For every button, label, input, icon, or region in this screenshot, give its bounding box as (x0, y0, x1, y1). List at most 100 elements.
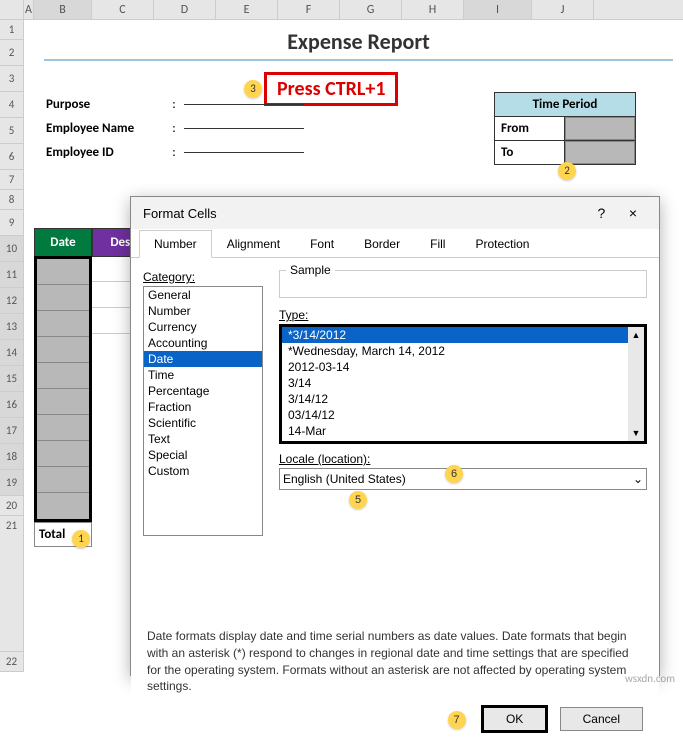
row-20[interactable]: 20 (0, 496, 24, 516)
tab-font[interactable]: Font (295, 230, 349, 258)
col-E[interactable]: E (216, 0, 278, 19)
cat-fraction[interactable]: Fraction (144, 399, 262, 415)
col-D[interactable]: D (154, 0, 216, 19)
tab-fill[interactable]: Fill (415, 230, 460, 258)
date-cell[interactable] (37, 259, 89, 285)
tab-number[interactable]: Number (139, 230, 212, 258)
cat-currency[interactable]: Currency (144, 319, 262, 335)
cat-general[interactable]: General (144, 287, 262, 303)
row-19[interactable]: 19 (0, 470, 24, 496)
category-list[interactable]: General Number Currency Accounting Date … (143, 286, 263, 536)
row-10[interactable]: 10 (0, 236, 24, 262)
category-label: Category: (143, 270, 263, 284)
date-column-selection[interactable] (34, 256, 92, 522)
type-item[interactable]: 03/14/12 (282, 407, 644, 423)
tab-alignment[interactable]: Alignment (212, 230, 295, 258)
row-11[interactable]: 11 (0, 262, 24, 288)
date-cell[interactable] (37, 285, 89, 311)
tab-protection[interactable]: Protection (460, 230, 544, 258)
close-button[interactable]: × (619, 205, 647, 221)
col-F[interactable]: F (278, 0, 340, 19)
employee-id-label: Employee ID (34, 145, 164, 160)
row-3[interactable]: 3 (0, 66, 24, 92)
type-item[interactable]: 14-Mar (282, 423, 644, 439)
cancel-button[interactable]: Cancel (560, 707, 643, 731)
cat-custom[interactable]: Custom (144, 463, 262, 479)
to-cell[interactable] (565, 141, 635, 164)
from-cell[interactable] (565, 117, 635, 140)
col-H[interactable]: H (402, 0, 464, 19)
type-item[interactable]: 3/14/12 (282, 391, 644, 407)
purpose-input-line[interactable] (184, 104, 304, 105)
scroll-down-icon[interactable]: ▼ (628, 425, 644, 441)
watermark: wsxdn.com (625, 672, 675, 685)
format-cells-dialog: Format Cells ? × Number Alignment Font B… (130, 196, 660, 676)
date-cell[interactable] (37, 467, 89, 493)
cat-scientific[interactable]: Scientific (144, 415, 262, 431)
row-numbers: 1 2 3 4 5 6 7 8 9 10 11 12 13 14 15 16 1… (0, 20, 24, 672)
colon: : (164, 97, 184, 112)
col-G[interactable]: G (340, 0, 402, 19)
locale-select[interactable]: English (United States) ⌄ (279, 468, 647, 490)
date-cell[interactable] (37, 337, 89, 363)
cat-accounting[interactable]: Accounting (144, 335, 262, 351)
row-6[interactable]: 6 (0, 144, 24, 170)
col-J[interactable]: J (532, 0, 594, 19)
help-button[interactable]: ? (587, 205, 615, 221)
row-14[interactable]: 14 (0, 340, 24, 366)
tab-border[interactable]: Border (349, 230, 415, 258)
title-underline (44, 59, 673, 61)
row-8[interactable]: 8 (0, 190, 24, 210)
row-5[interactable]: 5 (0, 118, 24, 144)
employee-name-input-line[interactable] (184, 128, 304, 129)
cat-time[interactable]: Time (144, 367, 262, 383)
row-2[interactable]: 2 (0, 40, 24, 66)
row-13[interactable]: 13 (0, 314, 24, 340)
row-18[interactable]: 18 (0, 444, 24, 470)
date-cell[interactable] (37, 311, 89, 337)
chevron-down-icon: ⌄ (633, 472, 643, 486)
cat-number[interactable]: Number (144, 303, 262, 319)
marker-1: 1 (72, 530, 90, 548)
dialog-tabs: Number Alignment Font Border Fill Protec… (131, 229, 659, 258)
row-15[interactable]: 15 (0, 366, 24, 392)
row-16[interactable]: 16 (0, 392, 24, 418)
column-headers: A B C D E F G H I J (0, 0, 683, 20)
date-cell[interactable] (37, 415, 89, 441)
row-1[interactable]: 1 (0, 20, 24, 40)
colon: : (164, 121, 184, 136)
date-cell[interactable] (37, 363, 89, 389)
ok-button[interactable]: OK (481, 705, 548, 733)
type-list[interactable]: *3/14/2012 *Wednesday, March 14, 2012 20… (279, 324, 647, 444)
date-cell[interactable] (37, 441, 89, 467)
employee-id-input-line[interactable] (184, 152, 304, 153)
col-C[interactable]: C (92, 0, 154, 19)
sample-label: Sample (286, 263, 335, 277)
col-I[interactable]: I (464, 0, 532, 19)
cat-text[interactable]: Text (144, 431, 262, 447)
select-all-corner[interactable] (0, 0, 24, 19)
row-17[interactable]: 17 (0, 418, 24, 444)
row-4[interactable]: 4 (0, 92, 24, 118)
type-item[interactable]: *3/14/2012 (282, 327, 644, 343)
type-label: Type: (279, 308, 647, 322)
cat-special[interactable]: Special (144, 447, 262, 463)
from-label: From (495, 117, 565, 140)
col-B[interactable]: B (34, 0, 92, 19)
row-12[interactable]: 12 (0, 288, 24, 314)
type-item[interactable]: 2012-03-14 (282, 359, 644, 375)
type-item[interactable]: 3/14 (282, 375, 644, 391)
scroll-up-icon[interactable]: ▲ (628, 327, 644, 343)
date-cell[interactable] (37, 389, 89, 415)
cat-percentage[interactable]: Percentage (144, 383, 262, 399)
date-cell[interactable] (37, 493, 89, 519)
cat-date[interactable]: Date (144, 351, 262, 367)
locale-value: English (United States) (283, 472, 406, 486)
type-scrollbar[interactable]: ▲ ▼ (628, 327, 644, 441)
type-item[interactable]: *Wednesday, March 14, 2012 (282, 343, 644, 359)
row-22[interactable]: 22 (0, 652, 24, 672)
row-21[interactable]: 21 (0, 516, 24, 652)
row-7[interactable]: 7 (0, 170, 24, 190)
col-A[interactable]: A (24, 0, 34, 19)
row-9[interactable]: 9 (0, 210, 24, 236)
